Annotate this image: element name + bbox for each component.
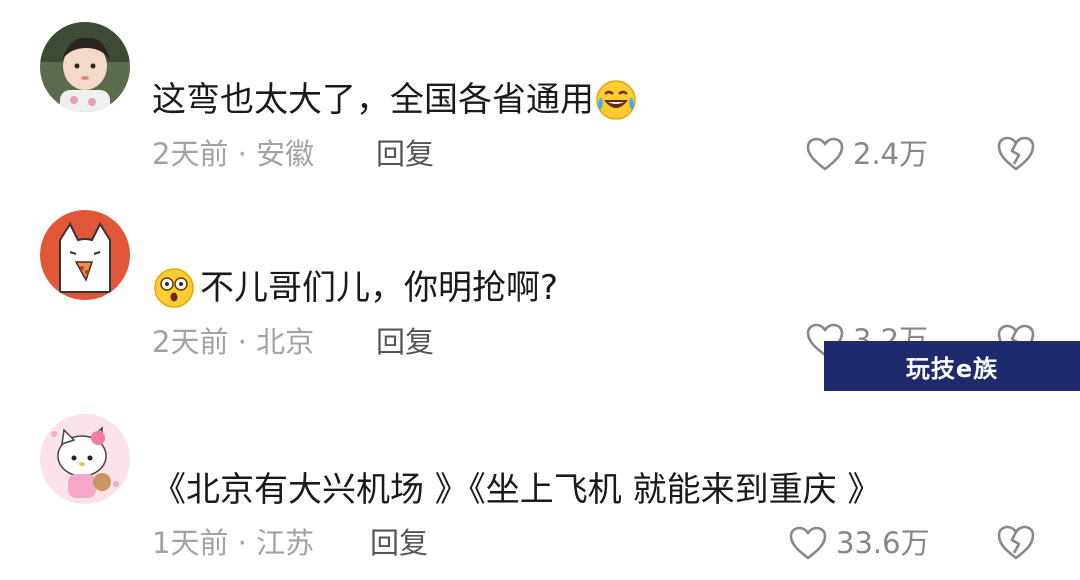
comment-time-location: 1天前 · 江苏 — [152, 526, 315, 560]
avatar-kitty-icon — [40, 414, 130, 504]
like-count: 33.6万 — [836, 526, 930, 560]
shocked-face-emoji-icon — [152, 266, 196, 310]
laughing-tears-emoji-icon — [594, 78, 638, 122]
heart-outline-icon — [806, 137, 844, 171]
comment-text-content: 这弯也太大了，全国各省通用 — [152, 80, 594, 120]
like-button[interactable]: 2.4万 — [805, 136, 928, 172]
dislike-button[interactable] — [995, 134, 1037, 172]
heart-outline-icon — [789, 526, 827, 560]
comment-text-content: 《北京有大兴机场 》《坐上飞机 就能来到重庆 》 — [152, 470, 882, 510]
reply-button[interactable]: 回复 — [370, 525, 428, 561]
comment-text-content: 不儿哥们儿，你明抢啊? — [200, 268, 559, 308]
watermark-text: 玩技e族 — [905, 354, 999, 383]
comment-text: 不儿哥们儿，你明抢啊? — [152, 266, 558, 310]
comment-text: 这弯也太大了，全国各省通用 — [152, 78, 638, 122]
broken-heart-icon — [997, 525, 1035, 560]
comment-time-location: 2天前 · 北京 — [152, 325, 315, 359]
user-avatar-hello-kitty[interactable] — [40, 414, 130, 504]
reply-button[interactable]: 回复 — [376, 324, 434, 360]
reply-button[interactable]: 回复 — [376, 136, 434, 172]
avatar-cat-icon — [40, 210, 130, 300]
dislike-button[interactable] — [995, 523, 1037, 561]
user-avatar-child-photo[interactable] — [40, 22, 130, 112]
comment-time-location: 2天前 · 安徽 — [152, 137, 315, 171]
comment-text: 《北京有大兴机场 》《坐上飞机 就能来到重庆 》 — [152, 470, 881, 510]
avatar-photo-icon — [40, 22, 130, 112]
like-button[interactable]: 33.6万 — [788, 525, 930, 561]
watermark-banner: 玩技e族 — [824, 341, 1080, 391]
like-count: 2.4万 — [853, 137, 929, 171]
broken-heart-icon — [997, 136, 1035, 171]
user-avatar-cat-drawing[interactable] — [40, 210, 130, 300]
